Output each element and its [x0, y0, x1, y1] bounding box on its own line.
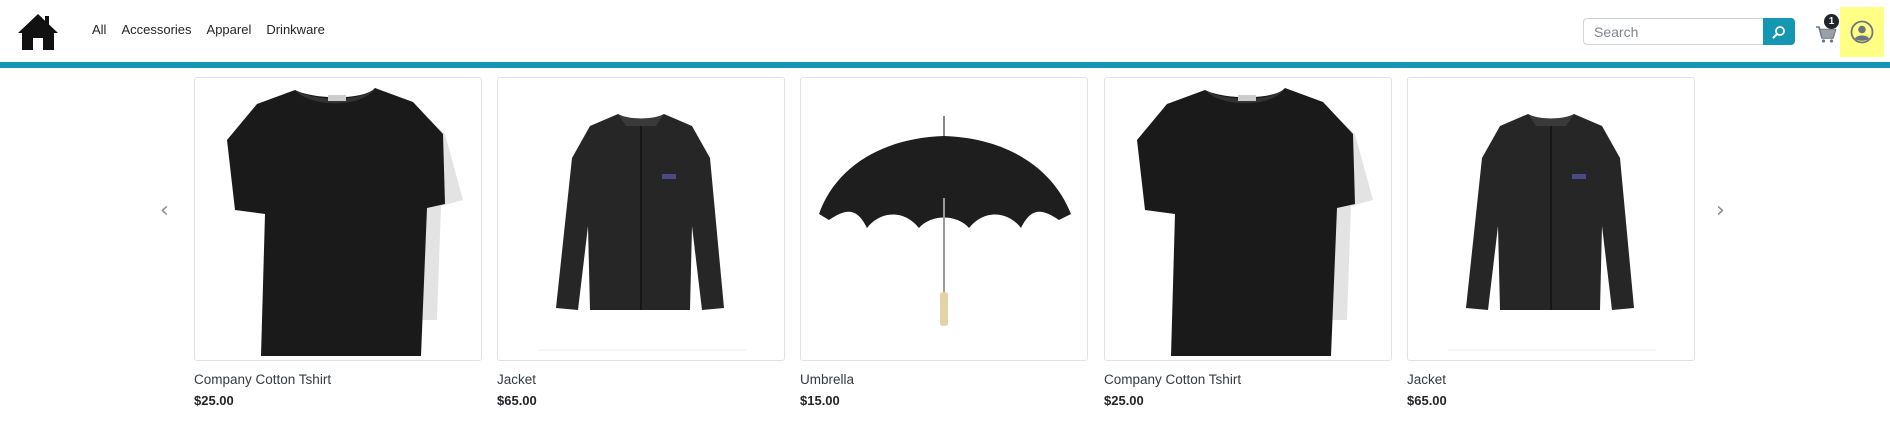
product-card[interactable]: Company Cotton Tshirt $25.00	[1104, 77, 1392, 408]
product-image-umbrella[interactable]	[800, 77, 1088, 361]
nav-link-all[interactable]: All	[92, 22, 106, 38]
product-name[interactable]: Company Cotton Tshirt	[194, 372, 482, 387]
product-price: $25.00	[1104, 393, 1144, 408]
cart-count-badge: 1	[1824, 14, 1839, 29]
search-form	[1583, 18, 1795, 45]
product-price: $65.00	[497, 393, 537, 408]
product-carousel: ‹ › Company Cotton Tshirt $25.00 Jacket	[0, 74, 1890, 434]
product-name[interactable]: Jacket	[497, 372, 785, 387]
product-name[interactable]: Company Cotton Tshirt	[1104, 372, 1392, 387]
search-input[interactable]	[1583, 18, 1763, 45]
product-price: $15.00	[800, 393, 840, 408]
product-price: $65.00	[1407, 393, 1447, 408]
product-image-tshirt[interactable]	[1104, 77, 1392, 361]
search-icon	[1772, 25, 1785, 38]
product-image-jacket[interactable]	[1407, 77, 1695, 361]
product-name[interactable]: Umbrella	[800, 372, 1088, 387]
category-nav: All Accessories Apparel Drinkware	[92, 22, 325, 38]
product-card[interactable]: Company Cotton Tshirt $25.00	[194, 77, 482, 408]
carousel-prev-button[interactable]: ‹	[160, 200, 169, 222]
top-navbar: All Accessories Apparel Drinkware 1	[0, 0, 1890, 68]
product-image-tshirt[interactable]	[194, 77, 482, 361]
search-button[interactable]	[1763, 18, 1795, 45]
carousel-next-button[interactable]: ›	[1716, 200, 1725, 222]
nav-link-apparel[interactable]: Apparel	[207, 22, 252, 38]
home-icon[interactable]	[17, 12, 59, 52]
account-button[interactable]	[1840, 7, 1884, 57]
product-image-jacket[interactable]	[497, 77, 785, 361]
nav-link-accessories[interactable]: Accessories	[121, 22, 191, 38]
product-price: $25.00	[194, 393, 234, 408]
product-card[interactable]: Jacket $65.00	[497, 77, 785, 408]
nav-link-drinkware[interactable]: Drinkware	[266, 22, 325, 38]
cart-button[interactable]: 1	[1814, 14, 1842, 44]
product-name[interactable]: Jacket	[1407, 372, 1695, 387]
product-card[interactable]: Jacket $65.00	[1407, 77, 1695, 408]
user-circle-icon	[1850, 20, 1874, 44]
product-card[interactable]: Umbrella $15.00	[800, 77, 1088, 408]
